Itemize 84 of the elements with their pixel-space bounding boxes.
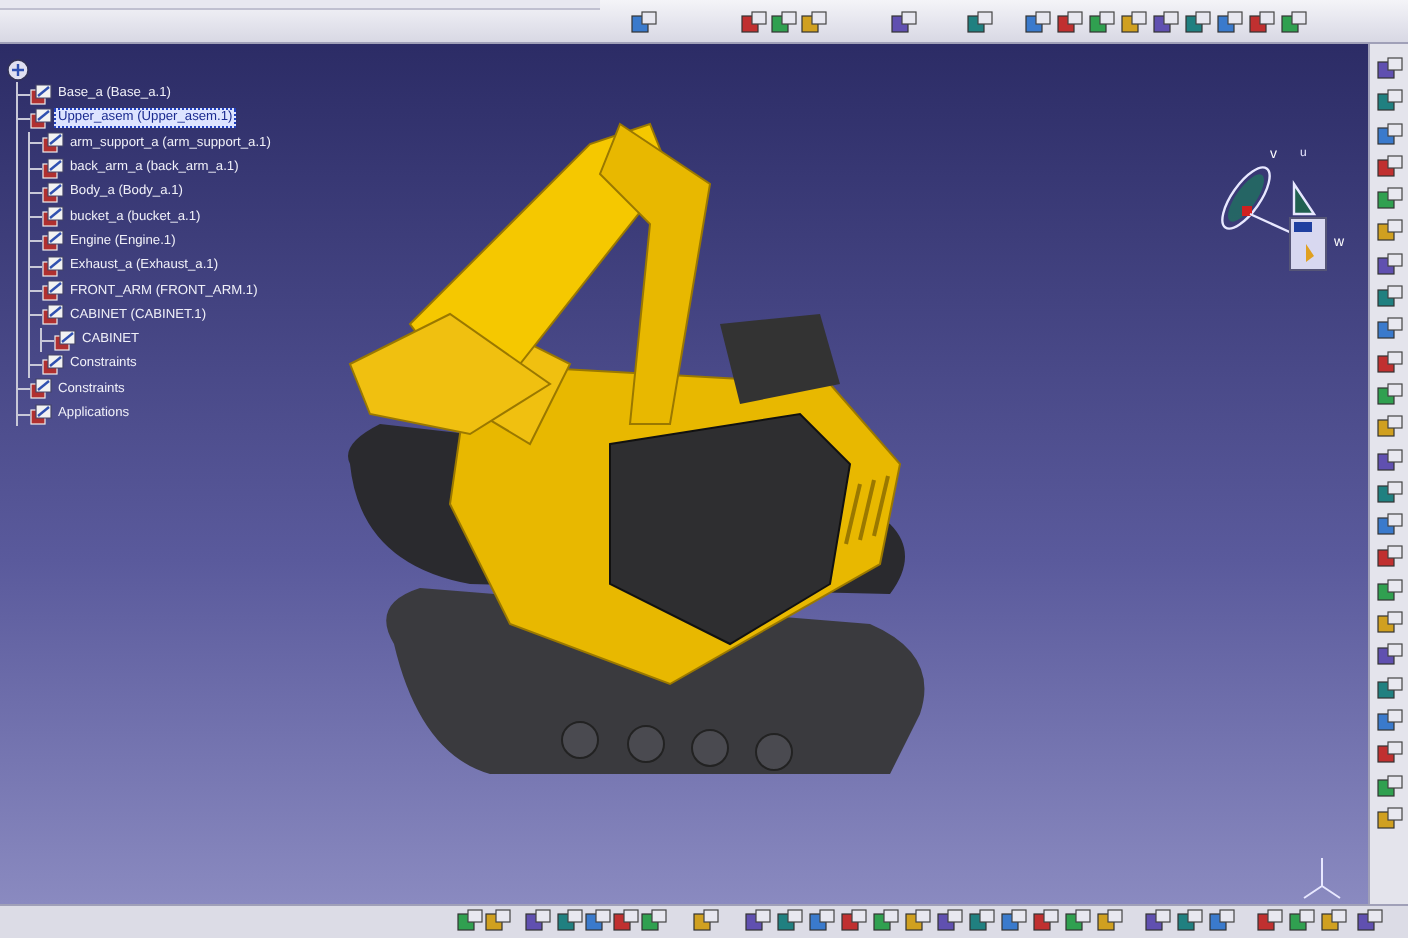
- assembly-icon[interactable]: [6, 58, 30, 82]
- product-icon: [42, 353, 64, 376]
- tool-icon[interactable]: [1375, 512, 1403, 541]
- tool-icon[interactable]: [612, 908, 640, 936]
- product-icon: [42, 181, 64, 204]
- tool-icon[interactable]: [1375, 414, 1403, 443]
- tool-icon[interactable]: [1248, 10, 1276, 38]
- tool-icon[interactable]: [740, 10, 768, 38]
- tool-icon[interactable]: [584, 908, 612, 936]
- product-icon: [30, 107, 52, 130]
- tool-icon[interactable]: [1375, 186, 1403, 215]
- tool-icon[interactable]: [800, 10, 828, 38]
- tool-icon[interactable]: [1375, 479, 1403, 508]
- tool-icon[interactable]: [1000, 908, 1028, 936]
- tool-icon[interactable]: [1375, 805, 1403, 834]
- tool-icon[interactable]: [1088, 10, 1116, 38]
- product-icon: [30, 83, 52, 106]
- axis-triad-icon: [1300, 854, 1344, 902]
- tool-icon[interactable]: [1056, 10, 1084, 38]
- tool-icon[interactable]: [872, 908, 900, 936]
- tool-icon[interactable]: [936, 908, 964, 936]
- tool-icon[interactable]: [968, 908, 996, 936]
- tool-icon[interactable]: [808, 908, 836, 936]
- tool-icon[interactable]: [1375, 218, 1403, 247]
- tool-icon[interactable]: [1280, 10, 1308, 38]
- tool-icon[interactable]: [1375, 773, 1403, 802]
- tool-icon[interactable]: [1176, 908, 1204, 936]
- tool-icon[interactable]: [640, 908, 668, 936]
- tool-icon[interactable]: [840, 908, 868, 936]
- product-icon: [42, 206, 64, 229]
- tool-icon[interactable]: [1375, 251, 1403, 280]
- tool-icon[interactable]: [1152, 10, 1180, 38]
- product-icon: [42, 255, 64, 278]
- tool-icon[interactable]: [1356, 908, 1384, 936]
- product-icon: [42, 304, 64, 327]
- product-icon: [42, 157, 64, 180]
- tool-icon[interactable]: [1375, 284, 1403, 313]
- product-icon: [42, 132, 64, 155]
- tool-icon[interactable]: [1288, 908, 1316, 936]
- product-icon: [42, 280, 64, 303]
- tool-icon[interactable]: [1375, 675, 1403, 704]
- tool-icon[interactable]: [484, 908, 512, 936]
- tool-icon[interactable]: [966, 10, 994, 38]
- tool-icon[interactable]: [890, 10, 918, 38]
- tool-icon[interactable]: [456, 908, 484, 936]
- tool-icon[interactable]: [692, 908, 720, 936]
- tool-icon[interactable]: [524, 908, 552, 936]
- product-icon: [30, 403, 52, 425]
- tool-icon[interactable]: [630, 10, 658, 38]
- tool-icon[interactable]: [1320, 908, 1348, 936]
- tool-icon[interactable]: [1032, 908, 1060, 936]
- tool-icon[interactable]: [1256, 908, 1284, 936]
- tool-icon[interactable]: [1375, 544, 1403, 573]
- product-icon: [30, 378, 52, 401]
- tool-icon[interactable]: [1216, 10, 1244, 38]
- tool-icon[interactable]: [1208, 908, 1236, 936]
- tool-icon[interactable]: [1375, 56, 1403, 84]
- tool-icon[interactable]: [556, 908, 584, 936]
- product-icon: [42, 230, 64, 253]
- tool-icon[interactable]: [1375, 121, 1403, 150]
- tool-icon[interactable]: [744, 908, 772, 936]
- tool-icon[interactable]: [1375, 610, 1403, 639]
- tool-icon[interactable]: [1375, 349, 1403, 378]
- tool-icon[interactable]: [1096, 908, 1124, 936]
- tool-icon[interactable]: [1144, 908, 1172, 936]
- tool-icon[interactable]: [1375, 88, 1403, 117]
- tool-icon[interactable]: [904, 908, 932, 936]
- product-icon: [54, 329, 76, 352]
- tool-icon[interactable]: [1024, 10, 1052, 38]
- tool-icon[interactable]: [1375, 740, 1403, 769]
- tool-icon[interactable]: [1375, 381, 1403, 410]
- tool-icon[interactable]: [1184, 10, 1212, 38]
- tool-icon[interactable]: [1375, 153, 1403, 182]
- tool-icon[interactable]: [1375, 316, 1403, 345]
- tool-icon[interactable]: [1064, 908, 1092, 936]
- 3d-viewport[interactable]: [0, 44, 1368, 904]
- tool-icon[interactable]: [1120, 10, 1148, 38]
- tool-icon[interactable]: [776, 908, 804, 936]
- tool-icon[interactable]: [770, 10, 798, 38]
- compass-icon[interactable]: [1221, 166, 1327, 271]
- tool-icon[interactable]: [1375, 642, 1403, 671]
- tool-icon[interactable]: [1375, 707, 1403, 736]
- tool-icon[interactable]: [1375, 577, 1403, 606]
- tool-icon[interactable]: [1375, 447, 1403, 476]
